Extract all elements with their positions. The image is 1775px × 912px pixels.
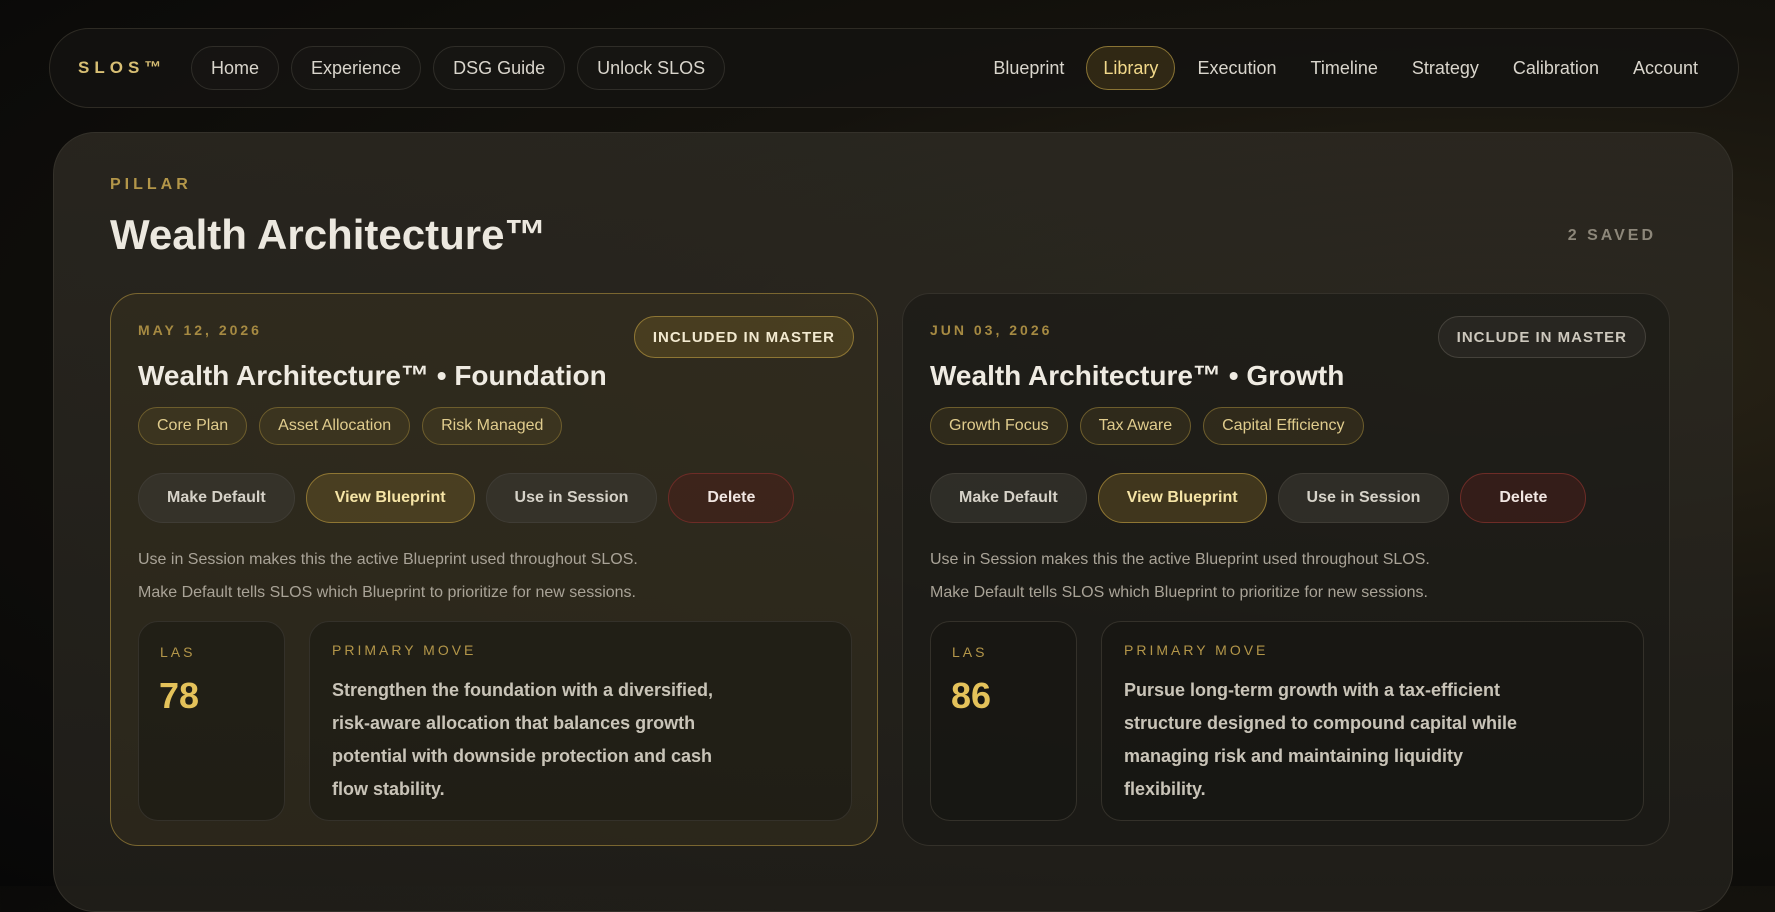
tag: Tax Aware (1079, 407, 1192, 445)
saved-count: 2 SAVED (1567, 227, 1656, 244)
tag-list: Growth Focus Tax Aware Capital Efficienc… (930, 407, 1364, 445)
las-label: LAS (952, 644, 988, 660)
las-label: LAS (160, 644, 196, 660)
card-date: JUN 03, 2026 (930, 322, 1053, 338)
make-default-button[interactable]: Make Default (930, 473, 1087, 523)
las-box: LAS 86 (930, 621, 1077, 821)
master-toggle-button[interactable]: INCLUDE IN MASTER (1437, 316, 1646, 358)
nav-account[interactable]: Account (1621, 46, 1710, 90)
primary-move-box: PRIMARY MOVE Pursue long-term growth wit… (1101, 621, 1644, 821)
note-line: Use in Session makes this the active Blu… (930, 551, 1430, 568)
tag: Core Plan (138, 407, 248, 445)
nav-library[interactable]: Library (1086, 46, 1176, 90)
nav-experience[interactable]: Experience (291, 46, 422, 90)
las-value: 86 (951, 675, 992, 716)
nav-execution[interactable]: Execution (1185, 46, 1288, 90)
page-title: Wealth Architecture™ (110, 211, 547, 258)
nav-home[interactable]: Home (191, 46, 280, 90)
primary-move-label: PRIMARY MOVE (332, 642, 477, 658)
primary-move-box: PRIMARY MOVE Strengthen the foundation w… (309, 621, 852, 821)
las-box: LAS 78 (138, 621, 285, 821)
card-notes: Use in Session makes this the active Blu… (930, 543, 1430, 609)
primary-move-label: PRIMARY MOVE (1124, 642, 1269, 658)
card-actions: Make Default View Blueprint Use in Sessi… (138, 473, 795, 523)
nav-calibration[interactable]: Calibration (1501, 46, 1611, 90)
pillar-panel: PILLAR Wealth Architecture™ 2 SAVED MAY … (53, 132, 1733, 912)
delete-button[interactable]: Delete (668, 473, 795, 523)
note-line: Use in Session makes this the active Blu… (138, 551, 638, 568)
tag: Risk Managed (422, 407, 563, 445)
card-title: Wealth Architecture™ • Foundation (138, 360, 607, 391)
nav-right: Blueprint Library Execution Timeline Str… (981, 46, 1710, 90)
view-blueprint-button[interactable]: View Blueprint (305, 473, 475, 523)
tag: Asset Allocation (259, 407, 411, 445)
pillar-eyebrow: PILLAR (110, 176, 192, 193)
view-blueprint-button[interactable]: View Blueprint (1097, 473, 1267, 523)
primary-move-text: Strengthen the foundation with a diversi… (332, 680, 714, 799)
nav-left: Home Experience DSG Guide Unlock SLOS (191, 46, 726, 90)
make-default-button[interactable]: Make Default (138, 473, 295, 523)
use-in-session-button[interactable]: Use in Session (485, 473, 658, 523)
primary-move-text: Pursue long-term growth with a tax-effic… (1124, 680, 1518, 799)
tag: Capital Efficiency (1203, 407, 1364, 445)
blueprint-card-foundation: MAY 12, 2026 INCLUDED IN MASTER Wealth A… (110, 293, 878, 846)
nav-strategy[interactable]: Strategy (1400, 46, 1491, 90)
las-value: 78 (159, 675, 200, 716)
delete-button[interactable]: Delete (1460, 473, 1587, 523)
nav-timeline[interactable]: Timeline (1299, 46, 1390, 90)
nav-unlock-slos[interactable]: Unlock SLOS (577, 46, 726, 90)
note-line: Make Default tells SLOS which Blueprint … (138, 584, 636, 601)
tag-list: Core Plan Asset Allocation Risk Managed (138, 407, 563, 445)
card-date: MAY 12, 2026 (138, 322, 262, 338)
blueprint-card-growth: JUN 03, 2026 INCLUDE IN MASTER Wealth Ar… (902, 293, 1670, 846)
use-in-session-button[interactable]: Use in Session (1277, 473, 1450, 523)
master-toggle-button[interactable]: INCLUDED IN MASTER (633, 316, 854, 358)
top-nav: SLOS™ Home Experience DSG Guide Unlock S… (49, 28, 1739, 108)
nav-blueprint[interactable]: Blueprint (981, 46, 1076, 90)
tag: Growth Focus (930, 407, 1068, 445)
card-title: Wealth Architecture™ • Growth (930, 360, 1345, 391)
nav-dsg-guide[interactable]: DSG Guide (433, 46, 566, 90)
note-line: Make Default tells SLOS which Blueprint … (930, 584, 1428, 601)
card-actions: Make Default View Blueprint Use in Sessi… (930, 473, 1587, 523)
card-notes: Use in Session makes this the active Blu… (138, 543, 638, 609)
brand-logo[interactable]: SLOS™ (78, 58, 191, 78)
